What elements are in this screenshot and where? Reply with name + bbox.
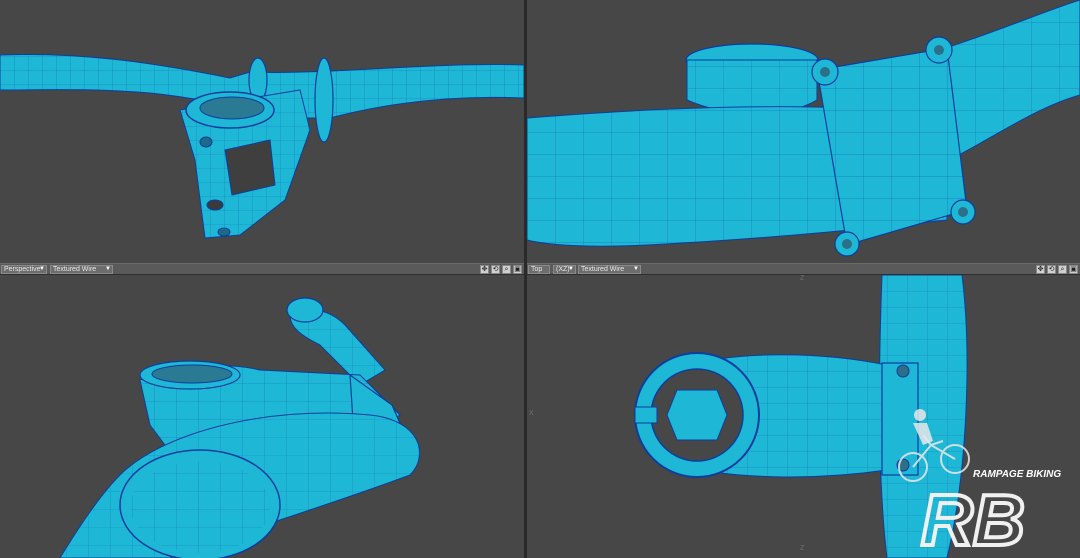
rampage-biking-logo: RAMPAGE BIKING RB (898, 409, 1061, 555)
view-mode-dropdown[interactable]: Perspective ▼ (1, 265, 47, 274)
view-mode-label: Perspective (4, 266, 41, 273)
view-mode-label: Top (531, 266, 543, 273)
render-mode-label: Textured Wire (581, 266, 625, 273)
maximize-icon[interactable]: ▣ (1069, 265, 1078, 274)
chevron-down-icon: ▼ (633, 266, 639, 272)
view-mode-dropdown[interactable]: Top (528, 265, 550, 274)
model-handlebar-stem-perspective (0, 53, 524, 239)
viewport-toolbar-right: Top (XZ) ▼ Textured Wire ▼ ✥ ⟲ ⌕ ▣ (527, 263, 1080, 275)
move-icon[interactable]: ✥ (480, 265, 489, 274)
chevron-down-icon: ▼ (568, 266, 574, 272)
chevron-down-icon: ▼ (39, 266, 45, 272)
render-mode-dropdown[interactable]: Textured Wire ▼ (578, 265, 641, 274)
model-clamp-closeup (527, 0, 1080, 257)
viewport-toolbar-left: Perspective ▼ Textured Wire ▼ ✥ ⟲ ⌕ ▣ (0, 263, 524, 275)
viewport-divider[interactable] (524, 0, 527, 558)
viewport-top-left[interactable] (0, 0, 524, 263)
move-icon[interactable]: ✥ (1036, 265, 1045, 274)
model-stem-perspective-front (59, 297, 420, 558)
logo-initials: RB (921, 481, 1025, 555)
render-mode-label: Textured Wire (53, 266, 97, 273)
viewport-bottom-left[interactable] (0, 275, 524, 558)
axis-label-z-bottom: Z (800, 545, 805, 552)
maximize-icon[interactable]: ▣ (513, 265, 522, 274)
rotate-icon[interactable]: ⟲ (1047, 265, 1056, 274)
zoom-icon[interactable]: ⌕ (502, 265, 511, 274)
render-mode-dropdown[interactable]: Textured Wire ▼ (50, 265, 113, 274)
axis-label-x-left: X (529, 410, 534, 417)
viewport-top-right[interactable] (527, 0, 1080, 263)
rotate-icon[interactable]: ⟲ (491, 265, 500, 274)
logo-brand-text: RAMPAGE BIKING (973, 469, 1061, 480)
zoom-icon[interactable]: ⌕ (1058, 265, 1067, 274)
axis-label-z-top: Z (800, 275, 805, 282)
axis-mode-dropdown[interactable]: (XZ) ▼ (553, 265, 576, 274)
chevron-down-icon: ▼ (105, 266, 111, 272)
